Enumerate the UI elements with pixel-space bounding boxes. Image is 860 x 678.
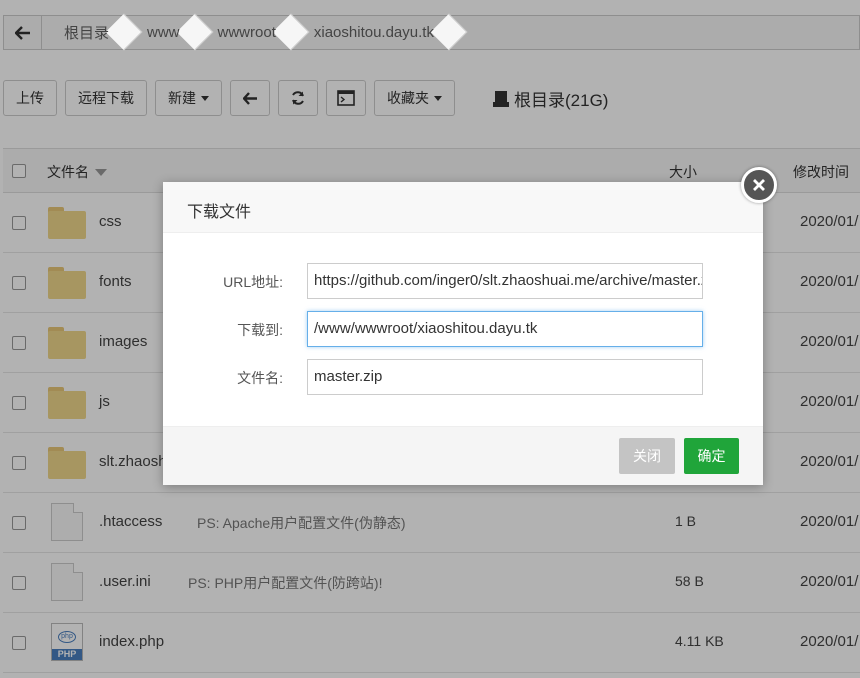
filename-label: 文件名: <box>237 370 283 386</box>
url-row: URL地址: https://github.com/inger0/slt.zha… <box>163 263 763 299</box>
filename-input[interactable]: master.zip <box>307 359 703 395</box>
confirm-button[interactable]: 确定 <box>684 438 739 474</box>
dialog-close-button[interactable] <box>741 167 777 203</box>
destination-input[interactable]: /www/wwwroot/xiaoshitou.dayu.tk <box>307 311 703 347</box>
url-label: URL地址: <box>223 274 283 290</box>
dialog-footer: 关闭 确定 <box>163 426 763 485</box>
dialog-title: 下载文件 <box>163 182 763 233</box>
close-button[interactable]: 关闭 <box>619 438 675 474</box>
destination-row: 下载到: /www/wwwroot/xiaoshitou.dayu.tk <box>163 311 763 347</box>
url-input[interactable]: https://github.com/inger0/slt.zhaoshuai.… <box>307 263 703 299</box>
destination-label: 下载到: <box>237 322 283 338</box>
filename-row: 文件名: master.zip <box>163 359 763 395</box>
download-file-dialog: 下载文件 URL地址: https://github.com/inger0/sl… <box>163 182 763 485</box>
close-icon <box>753 179 765 191</box>
